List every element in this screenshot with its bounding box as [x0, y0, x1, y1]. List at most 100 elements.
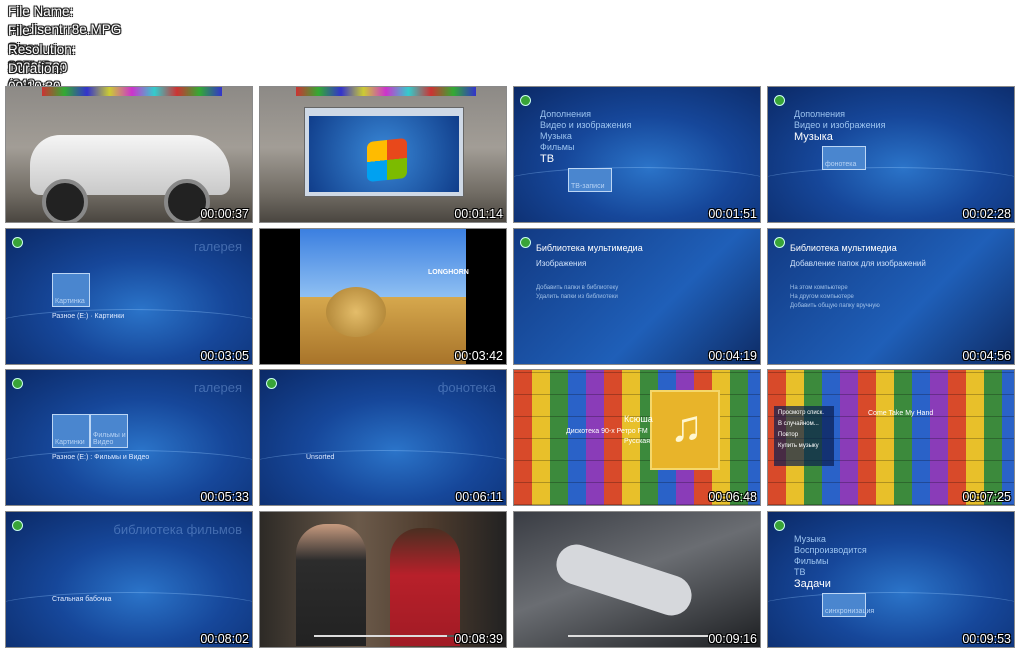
section-title: галерея: [193, 239, 242, 254]
mc-menu-item[interactable]: Музыка: [794, 534, 826, 544]
video-thumbnail[interactable]: Библиотека мультимедиа Изображения Добавит…: [513, 228, 761, 365]
media-center-screen: Музыка Воспроизводится Фильмы ТВ Задачи синхр…: [768, 512, 1014, 647]
windows-media-center-window: [304, 107, 464, 197]
progress-fill: [568, 635, 711, 637]
library-title: Библиотека мультимедиа: [790, 243, 897, 253]
file-name-label: File Name: medisentrr8e.MPG: [8, 4, 122, 37]
media-center-screen: фонотека Unsorted: [260, 370, 506, 505]
gallery-tile[interactable]: Картинка: [52, 273, 90, 307]
playback-menu-item[interactable]: Купить музыку: [778, 443, 819, 449]
thumbnail-timestamp: 00:01:51: [708, 207, 757, 221]
mc-menu-item[interactable]: Музыка: [794, 131, 833, 143]
playback-progress[interactable]: [568, 635, 730, 637]
gallery-tile[interactable]: Фильмы и Видео: [90, 414, 128, 448]
playback-progress[interactable]: [314, 635, 476, 637]
mc-start-button[interactable]: [774, 237, 785, 248]
library-option: Добавить общую папку вручную: [790, 303, 880, 309]
background-wave: [768, 592, 1014, 629]
library-subtitle: Изображения: [536, 259, 587, 268]
actor-lying: [551, 539, 697, 621]
thumbnail-timestamp: 00:04:56: [962, 349, 1011, 363]
duration-label: Duration: 00:10:30: [8, 61, 63, 94]
actor-left: [296, 524, 366, 646]
section-title: галерея: [193, 380, 242, 395]
media-library-screen: Библиотека мультимедиа Добавление папок д…: [768, 229, 1014, 364]
album-mosaic: Просмотр списк. В случайном... Повтор Купит…: [768, 370, 1014, 505]
video-thumbnail[interactable]: галерея Картинка Разное (E:) · Картинки 00:…: [5, 228, 253, 365]
mc-tile[interactable]: синхронизация: [822, 593, 874, 617]
mc-menu-item[interactable]: Фильмы: [540, 142, 574, 152]
gallery-tile-label: Картинки: [55, 439, 85, 446]
section-title: библиотека фильмов: [113, 522, 242, 537]
music-note-icon: ♫: [670, 402, 703, 451]
mc-start-button[interactable]: [12, 520, 23, 531]
video-thumbnail[interactable]: 00:01:14: [259, 86, 507, 223]
thumbnail-timestamp: 00:03:42: [454, 349, 503, 363]
mc-menu-item[interactable]: Фильмы: [794, 556, 828, 566]
song-title: Come Take My Hand: [868, 410, 934, 417]
mc-start-button[interactable]: [520, 237, 531, 248]
car-wallpaper: [260, 87, 506, 222]
resolution-label: Resolution: 1280x720: [8, 42, 76, 75]
video-thumbnail[interactable]: LONGHORN 00:03:42: [259, 228, 507, 365]
thumbnail-timestamp: 00:00:37: [200, 207, 249, 221]
mc-start-button[interactable]: [12, 378, 23, 389]
video-thumbnail[interactable]: 00:00:37: [5, 86, 253, 223]
background-wave: [6, 309, 252, 346]
mc-menu-item[interactable]: ТВ: [540, 153, 554, 165]
library-option: На другом компьютере: [790, 294, 854, 300]
thumbnail-timestamp: 00:02:28: [962, 207, 1011, 221]
mc-tile-label: синхронизация: [825, 608, 875, 615]
album-art: ♫: [650, 390, 720, 470]
thumbnail-timestamp: 00:01:14: [454, 207, 503, 221]
video-thumbnail[interactable]: Дополнения Видео и изображения Музыка Фильм…: [513, 86, 761, 223]
library-option: Удалить папки из библиотеки: [536, 294, 618, 300]
gallery-tile-label: Фильмы и Видео: [93, 432, 126, 446]
mc-start-button[interactable]: [266, 378, 277, 389]
media-library-screen: Библиотека мультимедиа Изображения Добавит…: [514, 229, 760, 364]
thumbnail-timestamp: 00:05:33: [200, 490, 249, 504]
video-thumbnail[interactable]: Музыка Воспроизводится Фильмы ТВ Задачи синхр…: [767, 511, 1015, 648]
video-thumbnail[interactable]: библиотека фильмов Стальная бабочка 00:08:…: [5, 511, 253, 648]
video-thumbnail[interactable]: фонотека Unsorted 00:06:11: [259, 369, 507, 506]
mc-menu-item[interactable]: Дополнения: [540, 109, 591, 119]
mc-menu-item[interactable]: Видео и изображения: [794, 120, 885, 130]
mc-start-button[interactable]: [774, 520, 785, 531]
mc-tile[interactable]: фонотека: [822, 146, 866, 170]
mc-menu-item[interactable]: Задачи: [794, 578, 831, 590]
window-content: [309, 116, 459, 192]
mc-menu-item[interactable]: Видео и изображения: [540, 120, 631, 130]
thumbnail-timestamp: 00:08:39: [454, 632, 503, 646]
mc-start-button[interactable]: [774, 95, 785, 106]
background-wave: [768, 167, 1014, 204]
background-wave: [6, 592, 252, 629]
mc-menu-item[interactable]: ТВ: [794, 567, 806, 577]
library-subtitle: Добавление папок для изображений: [790, 259, 926, 268]
mc-menu-item[interactable]: Воспроизводится: [794, 545, 867, 555]
hay-bale: [326, 287, 386, 337]
mc-menu-item[interactable]: Дополнения: [794, 109, 845, 119]
sky: [300, 229, 466, 297]
playback-menu-item[interactable]: Просмотр списк.: [778, 410, 824, 416]
mc-start-button[interactable]: [520, 95, 531, 106]
video-thumbnail[interactable]: Библиотека мультимедиа Добавление папок д…: [767, 228, 1015, 365]
mc-menu-item[interactable]: Музыка: [540, 131, 572, 141]
mc-tile[interactable]: ТВ-записи: [568, 168, 612, 192]
video-thumbnail[interactable]: Дополнения Видео и изображения Музыка фонот…: [767, 86, 1015, 223]
gallery-caption: Unsorted: [306, 454, 335, 461]
library-option: Добавить папки в библиотеку: [536, 285, 619, 291]
playback-menu-item[interactable]: Повтор: [778, 432, 798, 438]
video-thumbnail[interactable]: Просмотр списк. В случайном... Повтор Купит…: [767, 369, 1015, 506]
mc-start-button[interactable]: [12, 237, 23, 248]
thumbnail-timestamp: 00:09:53: [962, 632, 1011, 646]
video-thumbnail[interactable]: галерея Картинки Фильмы и Видео Разное (E:)…: [5, 369, 253, 506]
video-thumbnail[interactable]: 00:08:39: [259, 511, 507, 648]
gallery-tile[interactable]: Картинки: [52, 414, 90, 448]
album-label: Дискотека 90-х Ретро FM: [566, 428, 648, 435]
playback-menu-item[interactable]: В случайном...: [778, 421, 819, 427]
thumbnail-timestamp: 00:07:25: [962, 490, 1011, 504]
hay-wallpaper: LONGHORN: [260, 229, 506, 364]
mc-tile-label: фонотека: [825, 161, 857, 168]
video-thumbnail[interactable]: 00:09:16: [513, 511, 761, 648]
video-thumbnail[interactable]: ♫ Ксюша Дискотека 90-х Ретро FM Русская 00:0…: [513, 369, 761, 506]
